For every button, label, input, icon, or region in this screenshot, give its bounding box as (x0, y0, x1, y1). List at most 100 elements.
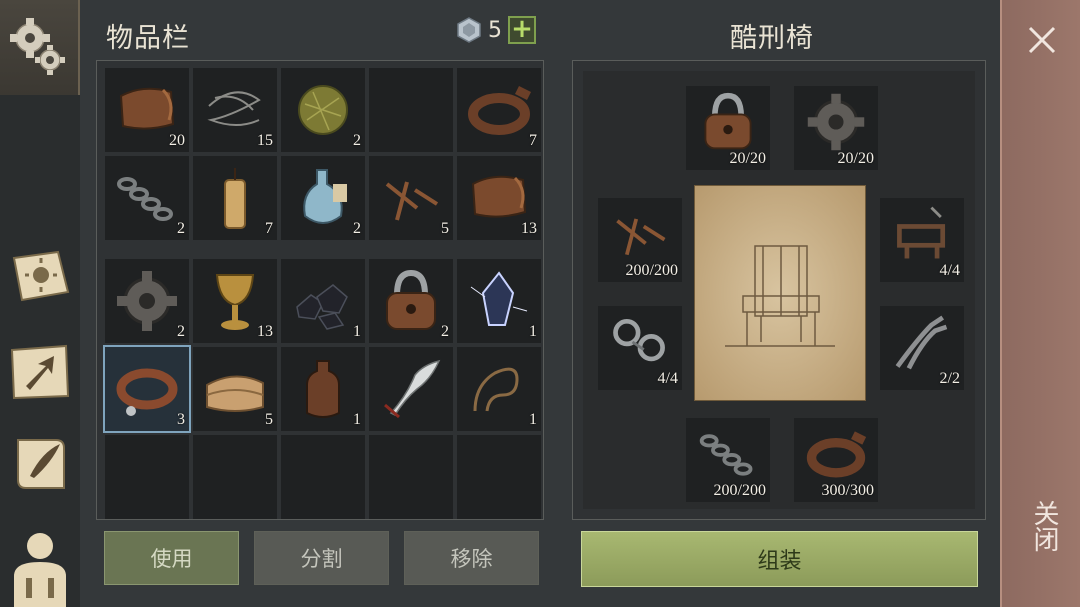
item-count: 5 (265, 411, 273, 428)
inventory-slot[interactable]: 2 (281, 68, 365, 152)
torture-chair-blueprint (694, 185, 866, 401)
sun-book-icon (12, 250, 70, 302)
ingredient-nails[interactable]: 200/200 (598, 198, 682, 282)
scroll-quill-icon (17, 439, 65, 489)
chair-blueprint-icon (725, 245, 835, 347)
collar-icon (116, 368, 178, 416)
bottle-icon (306, 360, 340, 418)
craft-title: 酷刑椅 (730, 23, 814, 54)
inventory-slot[interactable]: 2 (105, 156, 189, 240)
inventory-slot[interactable]: 15 (193, 68, 277, 152)
item-count: 7 (529, 132, 537, 149)
ingredient-shackles[interactable]: 4/4 (598, 306, 682, 390)
left-rail (0, 0, 80, 607)
inventory-slot[interactable]: 3 (103, 345, 191, 433)
ingredient-padlock[interactable]: 20/20 (686, 86, 770, 170)
arrow-map-icon (10, 344, 70, 400)
ingredient-count: 20/20 (729, 150, 766, 167)
character-icon (14, 533, 66, 607)
inventory-slot[interactable] (369, 347, 453, 431)
ingredient-count: 200/200 (625, 262, 678, 279)
inventory-slot[interactable]: 13 (193, 259, 277, 343)
cloth-icon (206, 375, 264, 412)
use-button[interactable]: 使用 (104, 531, 239, 585)
chain-icon (699, 434, 753, 476)
inventory-slot[interactable]: 2 (281, 156, 365, 240)
ingredient-chain[interactable]: 200/200 (686, 418, 770, 502)
remove-button[interactable]: 移除 (404, 531, 539, 585)
leather-strap-icon (806, 431, 867, 478)
gear-part-icon (117, 271, 177, 331)
inventory-slot[interactable]: 1 (281, 259, 365, 343)
gear-part-icon (807, 93, 865, 151)
item-count: 1 (529, 323, 537, 340)
close-icon[interactable] (1024, 22, 1060, 58)
gear-icon (10, 18, 65, 75)
inventory-slot[interactable]: 1 (457, 347, 541, 431)
hay-ball-icon (298, 85, 348, 135)
inventory-slot[interactable]: 1 (457, 259, 541, 343)
inventory-slot-empty[interactable] (369, 435, 453, 519)
inventory-slot-empty[interactable] (457, 435, 541, 519)
leather-strap-icon (468, 85, 532, 135)
inventory-slot[interactable]: 2 (105, 259, 189, 343)
inventory-slot[interactable]: 5 (193, 347, 277, 431)
inventory-slot-empty[interactable] (369, 68, 453, 152)
inventory-slot[interactable]: 20 (105, 68, 189, 152)
ingredient-count: 4/4 (657, 370, 678, 387)
ingredient-frame[interactable]: 4/4 (880, 198, 964, 282)
inventory-slot[interactable]: 13 (457, 156, 541, 240)
nails-icon (616, 218, 666, 256)
inventory-slot-empty[interactable] (193, 435, 277, 519)
close-label[interactable]: 关闭 (1026, 500, 1063, 552)
inventory-grid: 20 15 2 7 2 7 2 5 13 2 13 1 2 1 3 5 1 1 (96, 60, 544, 520)
add-currency-button[interactable]: + (508, 16, 536, 44)
assemble-button[interactable]: 组装 (581, 531, 978, 587)
inventory-slot[interactable]: 1 (281, 347, 365, 431)
silver-coin-icon (457, 17, 481, 43)
potion-bottle-icon (303, 169, 347, 224)
ingredient-count: 300/300 (821, 482, 874, 499)
inventory-slot[interactable]: 7 (193, 156, 277, 240)
character-button[interactable] (8, 528, 72, 607)
inventory-slot[interactable]: 5 (369, 156, 453, 240)
inventory-slot[interactable]: 7 (457, 68, 541, 152)
ingredient-count: 4/4 (939, 262, 960, 279)
item-count: 2 (353, 132, 361, 149)
journal-button[interactable] (8, 432, 72, 496)
item-count: 13 (257, 323, 273, 340)
item-count: 2 (177, 220, 185, 237)
frame-icon (897, 206, 946, 259)
item-count: 7 (265, 220, 273, 237)
item-count: 5 (441, 220, 449, 237)
rope-icon (473, 367, 519, 412)
currency-display: 5 + (456, 16, 536, 44)
item-count: 15 (257, 132, 273, 149)
item-count: 20 (169, 132, 185, 149)
nails-icon (385, 181, 439, 221)
settings-button[interactable] (0, 0, 80, 95)
currency-amount: 5 (488, 17, 502, 43)
item-count: 1 (353, 323, 361, 340)
split-button[interactable]: 分割 (254, 531, 389, 585)
coal-icon (296, 284, 348, 330)
recipes-book-button[interactable] (8, 244, 72, 308)
inventory-slot-empty[interactable] (105, 435, 189, 519)
ingredient-strap[interactable]: 300/300 (794, 418, 878, 502)
padlock-icon (704, 92, 752, 150)
item-count: 2 (353, 220, 361, 237)
ingredient-gear[interactable]: 20/20 (794, 86, 878, 170)
shackles-icon (613, 318, 665, 362)
ingredient-count: 20/20 (837, 150, 874, 167)
ingredient-pliers[interactable]: 2/2 (880, 306, 964, 390)
item-count: 1 (353, 411, 361, 428)
chain-icon (117, 177, 173, 221)
build-button[interactable] (8, 340, 72, 404)
pliers-icon (895, 315, 948, 370)
crystal-icon (470, 271, 528, 326)
ingredient-count: 2/2 (939, 370, 960, 387)
close-panel[interactable]: 关闭 (1000, 0, 1080, 607)
inventory-slot-empty[interactable] (281, 435, 365, 519)
padlock-icon (386, 269, 436, 330)
inventory-slot[interactable]: 2 (369, 259, 453, 343)
